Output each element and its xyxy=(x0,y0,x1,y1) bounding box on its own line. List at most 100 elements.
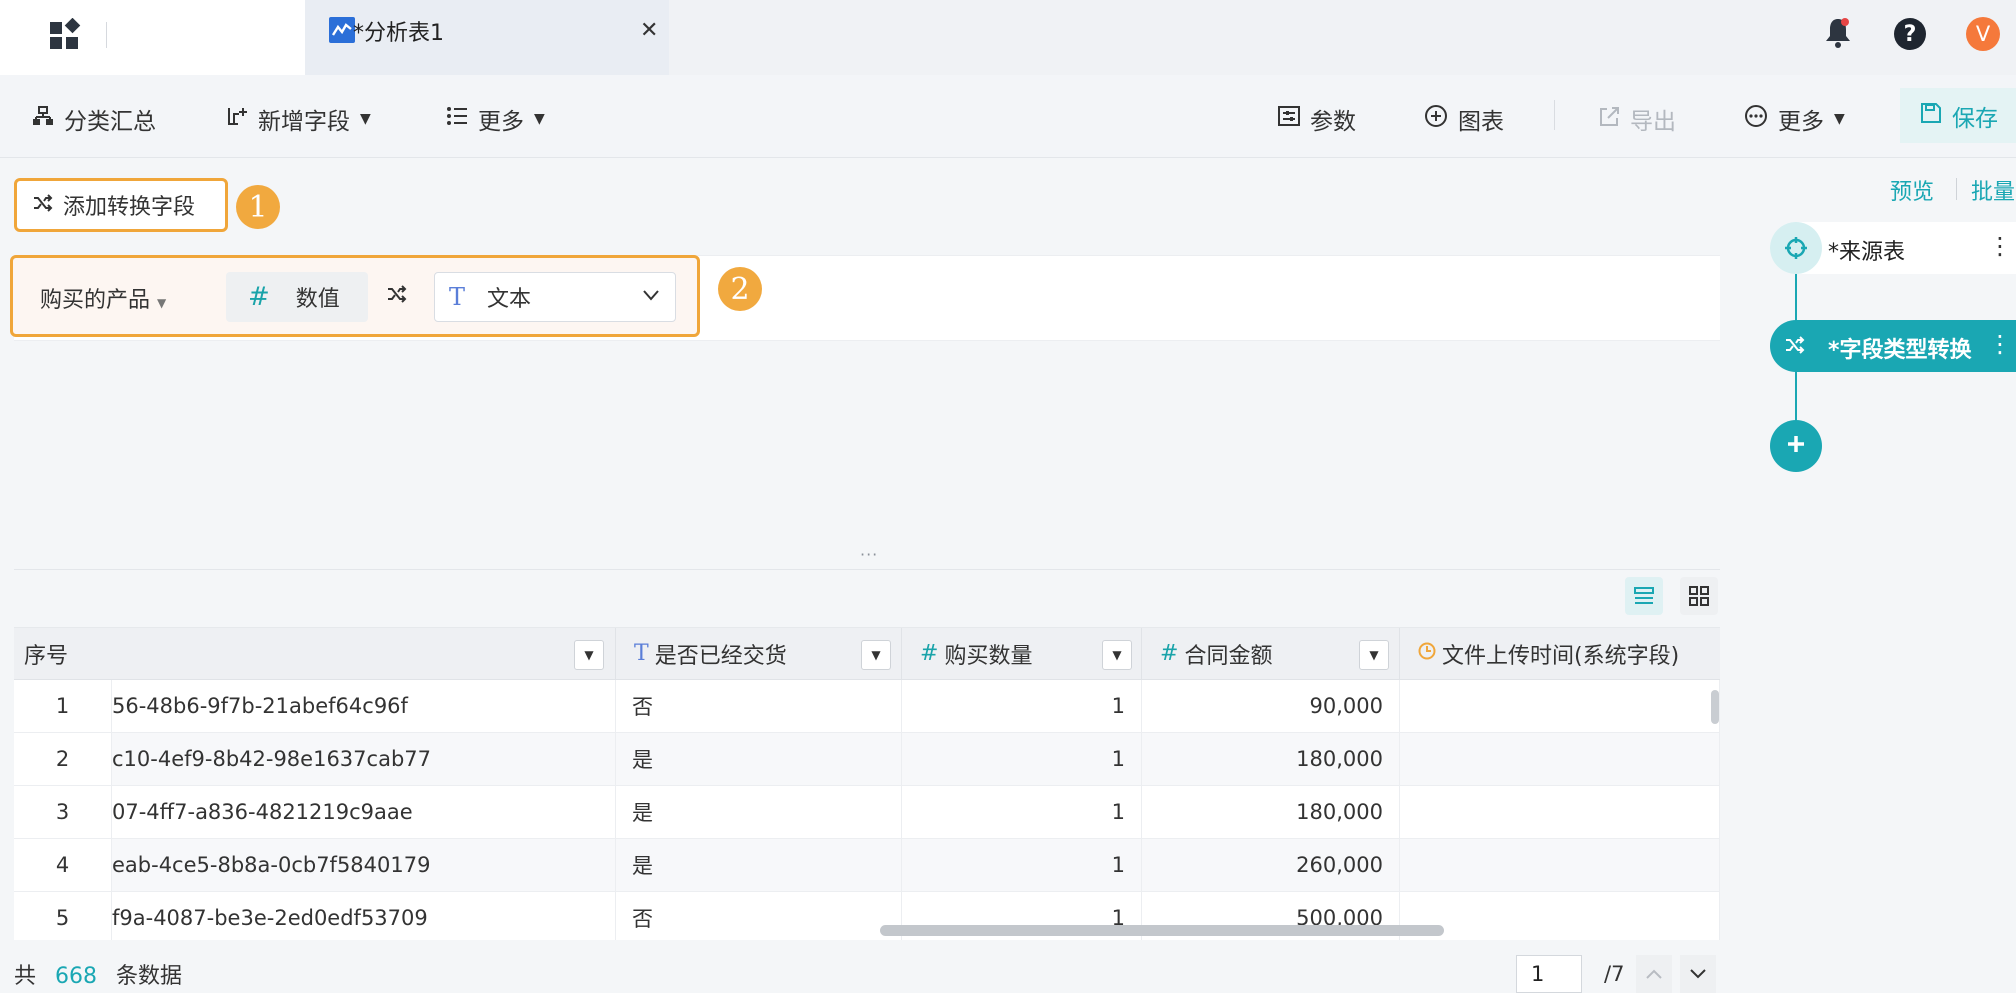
table-cell-delivered: 否 xyxy=(616,892,902,940)
list-icon xyxy=(446,106,468,132)
add-field-label: 新增字段 xyxy=(258,109,350,135)
analysis-table-icon xyxy=(329,17,355,47)
table-cell-amount: 180,000 xyxy=(1142,733,1400,786)
node-menu-icon[interactable]: ⋮ xyxy=(1988,330,2012,358)
column-menu-icon[interactable]: ▼ xyxy=(1359,640,1389,670)
step-badge-2: 2 xyxy=(718,267,762,311)
plus-icon xyxy=(1784,432,1808,460)
to-type-label: 文本 xyxy=(487,287,532,312)
shuffle-icon xyxy=(33,193,53,218)
hierarchy-icon xyxy=(32,105,54,133)
more-right-label: 更多 xyxy=(1778,109,1824,135)
list-view-icon[interactable] xyxy=(1625,577,1663,615)
batch-link[interactable]: 批量 xyxy=(1971,174,2015,206)
bell-icon[interactable] xyxy=(1823,16,1853,54)
table-cell-id: 56-48b6-9f7b-21abef64c96f xyxy=(112,680,616,733)
to-type-select[interactable]: T 文本 xyxy=(434,272,676,322)
vertical-scrollbar[interactable] xyxy=(1711,690,1719,724)
group-summary-button[interactable]: 分类汇总 xyxy=(32,102,156,136)
page-down-button[interactable] xyxy=(1680,955,1716,993)
table-cell-empty xyxy=(1400,680,1720,733)
table-cell-id: f9a-4087-be3e-2ed0edf53709 xyxy=(112,892,616,940)
params-icon xyxy=(1278,106,1300,132)
data-table: 序号 ▼ T 是否已经交货 ▼ # 购买数量 ▼ # 合同金额 ▼ 文件上传时间… xyxy=(14,627,1720,940)
top-bar: *分析表1 ✕ ? V xyxy=(0,0,2016,75)
field-name-label: 购买的产品 xyxy=(40,288,151,313)
add-convert-field-button[interactable]: 添加转换字段 xyxy=(14,178,228,232)
add-field-button[interactable]: 新增字段 ▼ xyxy=(226,102,371,136)
node-menu-icon[interactable]: ⋮ xyxy=(1988,232,2012,260)
chevron-up-icon xyxy=(1645,965,1663,984)
add-field-icon xyxy=(226,105,248,133)
text-type-icon: T xyxy=(449,283,466,311)
save-icon xyxy=(1920,102,1942,130)
column-menu-icon[interactable]: ▼ xyxy=(1102,640,1132,670)
table-cell-empty xyxy=(1400,786,1720,839)
more-left-button[interactable]: 更多 ▼ xyxy=(446,102,545,136)
save-button[interactable]: 保存 xyxy=(1900,88,2016,143)
table-cell-delivered: 是 xyxy=(616,733,902,786)
add-node-button[interactable] xyxy=(1770,420,1822,472)
horizontal-scrollbar[interactable] xyxy=(880,925,1444,936)
record-count-value: 668 xyxy=(55,964,98,989)
export-label: 导出 xyxy=(1630,109,1676,135)
table-cell-qty: 1 xyxy=(902,680,1142,733)
from-type-chip: # 数值 xyxy=(226,272,368,322)
more-right-button[interactable]: 更多 ▼ xyxy=(1744,102,1845,136)
column-header-index: 序号 xyxy=(14,628,616,680)
column-menu-icon[interactable]: ▼ xyxy=(574,640,604,670)
plus-circle-icon xyxy=(1424,104,1448,134)
step-badge-1: 1 xyxy=(236,185,280,229)
shuffle-icon xyxy=(1784,336,1806,358)
column-header-label: 文件上传时间(系统字段) xyxy=(1442,643,1680,669)
chart-button[interactable]: 图表 xyxy=(1424,102,1504,136)
page-up-button[interactable] xyxy=(1636,955,1672,993)
more-left-label: 更多 xyxy=(478,109,524,135)
field-name-dropdown[interactable]: 购买的产品 ▼ xyxy=(40,282,166,314)
node-source-table[interactable]: *来源表 ⋮ xyxy=(1770,222,2016,274)
app-grid-icon[interactable] xyxy=(48,17,82,56)
group-summary-label: 分类汇总 xyxy=(64,109,156,135)
help-icon[interactable]: ? xyxy=(1894,18,1926,50)
table-cell-delivered: 是 xyxy=(616,786,902,839)
divider xyxy=(1956,178,1957,200)
table-cell-idx: 2 xyxy=(14,733,112,786)
ellipsis-circle-icon xyxy=(1744,104,1768,134)
flow-connector xyxy=(1795,272,1797,324)
table-cell-delivered: 否 xyxy=(616,680,902,733)
crosshair-icon xyxy=(1770,222,1822,274)
table-cell-idx: 1 xyxy=(14,680,112,733)
table-cell-idx: 4 xyxy=(14,839,112,892)
number-type-icon: # xyxy=(1160,641,1179,666)
column-menu-icon[interactable]: ▼ xyxy=(861,640,891,670)
preview-link[interactable]: 预览 xyxy=(1890,174,1934,206)
export-button[interactable]: 导出 xyxy=(1598,102,1676,136)
caret-down-icon: ▼ xyxy=(360,111,371,127)
number-type-icon: # xyxy=(248,282,270,312)
table-cell-qty: 1 xyxy=(902,733,1142,786)
params-button[interactable]: 参数 xyxy=(1278,102,1356,136)
convert-arrow-icon xyxy=(386,284,408,309)
table-cell-amount: 90,000 xyxy=(1142,680,1400,733)
table-cell-delivered: 是 xyxy=(616,839,902,892)
column-header-upload-time: 文件上传时间(系统字段) xyxy=(1400,628,1720,680)
from-type-label: 数值 xyxy=(295,287,340,312)
caret-down-icon: ▼ xyxy=(534,111,545,127)
divider xyxy=(1554,100,1555,130)
node-convert-label: *字段类型转换 xyxy=(1828,338,1972,363)
page-input[interactable]: 1 xyxy=(1516,955,1582,993)
avatar[interactable]: V xyxy=(1966,17,2000,51)
table-cell-empty xyxy=(1400,892,1720,940)
close-icon[interactable]: ✕ xyxy=(640,18,658,43)
flow-panel xyxy=(1740,158,2016,993)
splitter-line xyxy=(14,569,1720,570)
chevron-down-icon xyxy=(1689,965,1707,984)
chart-label: 图表 xyxy=(1458,109,1504,135)
column-header-label: 购买数量 xyxy=(944,643,1033,669)
text-type-icon: T xyxy=(634,641,649,666)
resize-handle[interactable]: ··· xyxy=(860,545,878,564)
grid-view-icon[interactable] xyxy=(1680,577,1718,615)
export-icon xyxy=(1598,105,1620,133)
node-field-type-convert[interactable]: *字段类型转换 ⋮ xyxy=(1770,320,2016,372)
divider xyxy=(106,22,107,48)
